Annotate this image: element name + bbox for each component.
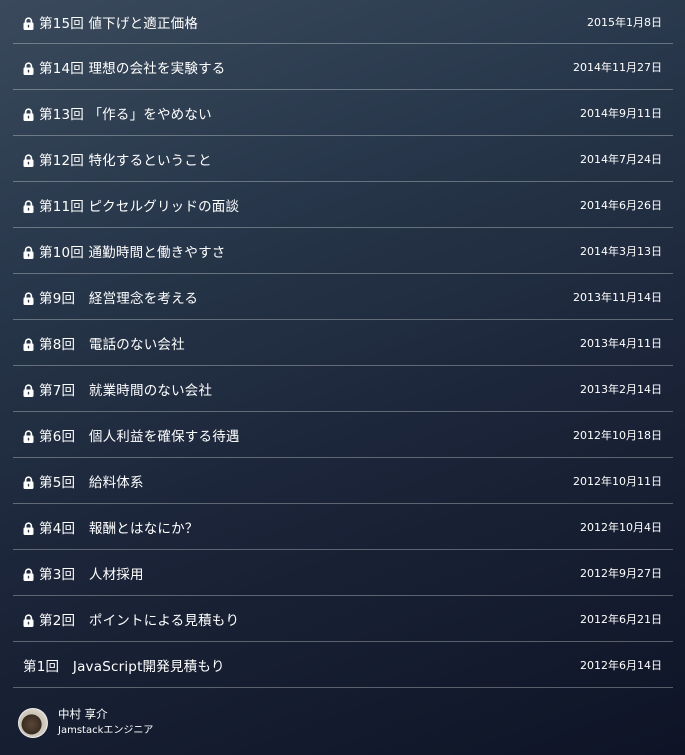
list-item-left: 第14回 理想の会社を実験する bbox=[13, 57, 573, 77]
lock-icon bbox=[23, 106, 34, 121]
list-item-date: 2012年10月4日 bbox=[580, 520, 662, 534]
list-item-date: 2012年9月27日 bbox=[580, 566, 662, 580]
list-item[interactable]: 第2回 ポイントによる見積もり 2012年6月21日 bbox=[13, 596, 673, 642]
list-item-left: 第5回 給料体系 bbox=[13, 471, 573, 491]
list-item-left: 第11回 ピクセルグリッドの面談 bbox=[13, 195, 580, 215]
lock-icon bbox=[23, 428, 34, 443]
list-item[interactable]: 第4回 報酬とはなにか？ 2012年10月4日 bbox=[13, 504, 673, 550]
list-item-left: 第13回 「作る」をやめない bbox=[13, 103, 580, 123]
list-item-left: 第9回 経営理念を考える bbox=[13, 287, 573, 307]
list-item[interactable]: 第6回 個人利益を確保する待遇 2012年10月18日 bbox=[13, 412, 673, 458]
list-item-left: 第3回 人材採用 bbox=[13, 563, 580, 583]
lock-icon bbox=[23, 612, 34, 627]
list-item-date: 2014年3月13日 bbox=[580, 244, 662, 258]
list-item[interactable]: 第3回 人材採用 2012年9月27日 bbox=[13, 550, 673, 596]
list-item-date: 2012年6月21日 bbox=[580, 612, 662, 626]
list-item[interactable]: 第15回 値下げと適正価格 2015年1月8日 bbox=[13, 0, 673, 44]
list-item-title[interactable]: 第9回 経営理念を考える bbox=[39, 287, 198, 307]
author-role: Jamstackエンジニア bbox=[58, 725, 154, 736]
list-item-title[interactable]: 第1回 JavaScript開発見積もり bbox=[23, 655, 225, 675]
lock-icon bbox=[23, 290, 34, 305]
list-item-title[interactable]: 第7回 就業時間のない会社 bbox=[39, 379, 212, 399]
list-item-left: 第2回 ポイントによる見積もり bbox=[13, 609, 580, 629]
list-item-left: 第10回 通勤時間と働きやすさ bbox=[13, 241, 580, 261]
author-text: 中村 享介 Jamstackエンジニア bbox=[58, 707, 153, 738]
list-item-date: 2013年2月14日 bbox=[580, 382, 662, 396]
list-item-date: 2014年11月27日 bbox=[573, 60, 662, 74]
lock-icon bbox=[23, 382, 34, 397]
list-item-left: 第1回 JavaScript開発見積もり bbox=[13, 655, 580, 675]
list-item-left: 第4回 報酬とはなにか？ bbox=[13, 517, 580, 537]
list-item-date: 2014年7月24日 bbox=[580, 152, 662, 166]
list-item-left: 第6回 個人利益を確保する待遇 bbox=[13, 425, 573, 445]
lock-icon bbox=[23, 15, 34, 30]
list-item-date: 2015年1月8日 bbox=[587, 15, 662, 29]
list-item-left: 第15回 値下げと適正価格 bbox=[13, 12, 587, 32]
list-item-left: 第7回 就業時間のない会社 bbox=[13, 379, 580, 399]
list-item[interactable]: 第5回 給料体系 2012年10月11日 bbox=[13, 458, 673, 504]
list-item-title[interactable]: 第12回 特化するということ bbox=[39, 149, 212, 169]
list-item[interactable]: 第11回 ピクセルグリッドの面談 2014年6月26日 bbox=[13, 182, 673, 228]
lock-icon bbox=[23, 152, 34, 167]
list-item-title[interactable]: 第3回 人材採用 bbox=[39, 563, 144, 583]
lock-icon bbox=[23, 60, 34, 75]
list-item-title[interactable]: 第10回 通勤時間と働きやすさ bbox=[39, 241, 225, 261]
list-item-title[interactable]: 第6回 個人利益を確保する待遇 bbox=[39, 425, 240, 445]
list-item-date: 2012年10月11日 bbox=[573, 474, 662, 488]
list-item-title[interactable]: 第14回 理想の会社を実験する bbox=[39, 57, 225, 77]
article-list: 第15回 値下げと適正価格 2015年1月8日第14回 理想の会社を実験する 201… bbox=[13, 0, 673, 688]
list-item[interactable]: 第8回 電話のない会社 2013年4月11日 bbox=[13, 320, 673, 366]
list-item-title[interactable]: 第5回 給料体系 bbox=[39, 471, 144, 491]
lock-icon bbox=[23, 520, 34, 535]
list-item-left: 第12回 特化するということ bbox=[13, 149, 580, 169]
list-item[interactable]: 第7回 就業時間のない会社 2013年2月14日 bbox=[13, 366, 673, 412]
list-item-title[interactable]: 第15回 値下げと適正価格 bbox=[39, 12, 198, 32]
lock-icon bbox=[23, 336, 34, 351]
avatar bbox=[18, 707, 48, 738]
list-item-left: 第8回 電話のない会社 bbox=[13, 333, 580, 353]
list-item[interactable]: 第13回 「作る」をやめない 2014年9月11日 bbox=[13, 90, 673, 136]
lock-icon bbox=[23, 244, 34, 259]
list-item[interactable]: 第1回 JavaScript開発見積もり 2012年6月14日 bbox=[13, 642, 673, 688]
list-item[interactable]: 第12回 特化するということ 2014年7月24日 bbox=[13, 136, 673, 182]
lock-icon bbox=[23, 566, 34, 581]
list-item[interactable]: 第10回 通勤時間と働きやすさ 2014年3月13日 bbox=[13, 228, 673, 274]
author-info[interactable]: 中村 享介 Jamstackエンジニア bbox=[18, 707, 153, 738]
list-item-date: 2013年4月11日 bbox=[580, 336, 662, 350]
list-item-date: 2013年11月14日 bbox=[573, 290, 662, 304]
list-item-title[interactable]: 第4回 報酬とはなにか？ bbox=[39, 517, 199, 537]
author-name: 中村 享介 bbox=[58, 707, 108, 721]
list-item-date: 2012年6月14日 bbox=[580, 658, 662, 672]
list-item-title[interactable]: 第2回 ポイントによる見積もり bbox=[39, 609, 239, 629]
list-item-title[interactable]: 第13回 「作る」をやめない bbox=[39, 103, 212, 123]
list-item-date: 2014年9月11日 bbox=[580, 106, 662, 120]
list-item-title[interactable]: 第11回 ピクセルグリッドの面談 bbox=[39, 195, 239, 215]
lock-icon bbox=[23, 198, 34, 213]
list-item[interactable]: 第9回 経営理念を考える 2013年11月14日 bbox=[13, 274, 673, 320]
list-item-title[interactable]: 第8回 電話のない会社 bbox=[39, 333, 185, 353]
list-item-date: 2014年6月26日 bbox=[580, 198, 662, 212]
list-item-date: 2012年10月18日 bbox=[573, 428, 662, 442]
lock-icon bbox=[23, 474, 34, 489]
list-item[interactable]: 第14回 理想の会社を実験する 2014年11月27日 bbox=[13, 44, 673, 90]
